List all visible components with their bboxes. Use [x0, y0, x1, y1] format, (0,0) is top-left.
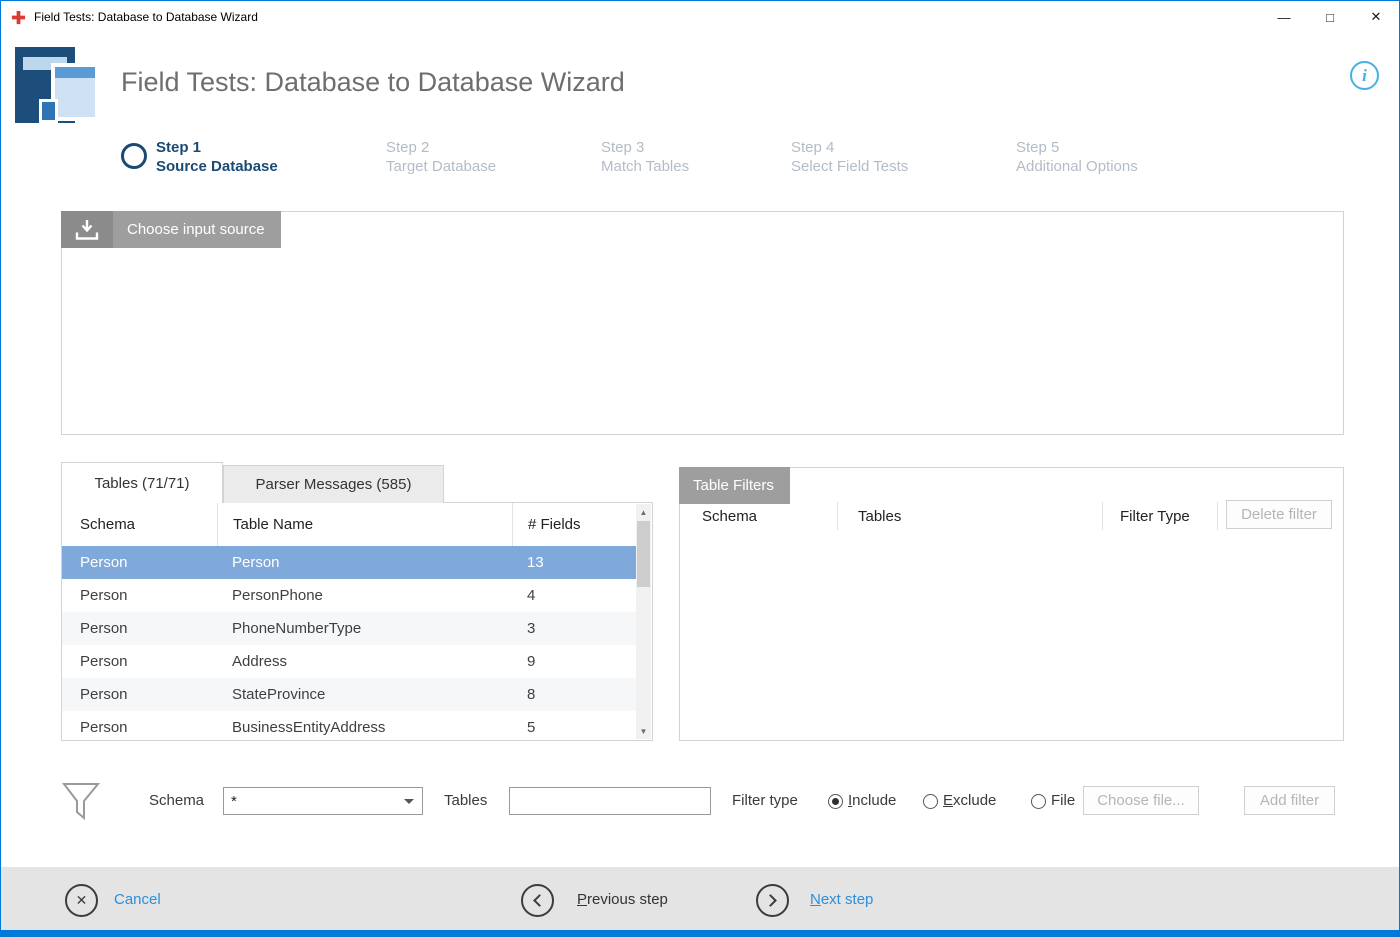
cell-schema: Person	[62, 554, 217, 571]
step-name: Source Database	[156, 157, 278, 176]
step-label: Step 1	[156, 138, 278, 157]
filter-column-schema: Schema	[680, 502, 837, 530]
scroll-down-icon[interactable]: ▼	[636, 723, 651, 739]
step-4-select-field-tests[interactable]: Step 4 Select Field Tests	[791, 138, 908, 176]
maximize-button[interactable]: □	[1307, 1, 1353, 33]
column-header-schema[interactable]: Schema	[62, 503, 217, 546]
next-step-icon[interactable]	[756, 884, 789, 917]
info-icon[interactable]: i	[1350, 61, 1379, 90]
cell-fields: 4	[512, 587, 622, 604]
delete-filter-button[interactable]: Delete filter	[1226, 500, 1332, 529]
table-row-personphone[interactable]: Person PersonPhone 4	[62, 579, 637, 612]
include-radio[interactable]	[828, 794, 843, 809]
table-row-stateprovince[interactable]: Person StateProvince 8	[62, 678, 637, 711]
filter-column-filter-type: Filter Type	[1102, 502, 1217, 530]
step-name: Match Tables	[601, 157, 689, 176]
table-row-person[interactable]: Person Person 13	[62, 546, 637, 579]
next-step-button[interactable]: Next step	[810, 891, 873, 908]
download-icon	[61, 211, 113, 248]
step-2-target-database[interactable]: Step 2 Target Database	[386, 138, 496, 176]
schema-filter-dropdown[interactable]: *	[223, 787, 423, 815]
title-bar: Field Tests: Database to Database Wizard…	[1, 1, 1399, 33]
scroll-up-icon[interactable]: ▲	[636, 504, 651, 520]
column-header-table-name[interactable]: Table Name	[217, 503, 512, 546]
table-row-phonenumbertype[interactable]: Person PhoneNumberType 3	[62, 612, 637, 645]
step-label: Step 2	[386, 138, 496, 157]
cell-schema: Person	[62, 620, 217, 637]
step-3-match-tables[interactable]: Step 3 Match Tables	[601, 138, 689, 176]
table-row-address[interactable]: Person Address 9	[62, 645, 637, 678]
table-filters-panel: Schema Tables Filter Type Delete filter	[679, 467, 1344, 741]
cancel-icon[interactable]: ✕	[65, 884, 98, 917]
table-filters-panel-header: Table Filters	[679, 467, 790, 504]
tables-filter-input[interactable]	[509, 787, 711, 815]
filter-funnel-icon	[61, 781, 101, 828]
app-cross-icon	[11, 10, 26, 25]
filter-column-tables: Tables	[837, 502, 1102, 530]
cell-fields: 13	[512, 554, 622, 571]
previous-step-button[interactable]: Previous step	[577, 891, 668, 908]
active-step-circle-icon	[121, 143, 147, 169]
column-header-fields[interactable]: # Fields	[512, 503, 622, 546]
cell-table-name: Address	[217, 653, 512, 670]
footer-bar: ✕ Cancel Previous step Next step	[1, 867, 1399, 932]
cell-table-name: Person	[217, 554, 512, 571]
file-label: File	[1051, 792, 1075, 809]
step-5-additional-options[interactable]: Step 5 Additional Options	[1016, 138, 1138, 176]
previous-step-icon[interactable]	[521, 884, 554, 917]
cell-table-name: PersonPhone	[217, 587, 512, 604]
schema-filter-value: *	[231, 793, 237, 810]
step-label: Step 3	[601, 138, 689, 157]
tables-list: Schema Table Name # Fields Person Person…	[61, 502, 653, 741]
step-label: Step 4	[791, 138, 908, 157]
step-label: Step 5	[1016, 138, 1138, 157]
close-button[interactable]: ✕	[1353, 1, 1399, 33]
cell-schema: Person	[62, 653, 217, 670]
step-name: Select Field Tests	[791, 157, 908, 176]
step-name: Target Database	[386, 157, 496, 176]
cell-schema: Person	[62, 686, 217, 703]
cell-fields: 9	[512, 653, 622, 670]
cell-table-name: PhoneNumberType	[217, 620, 512, 637]
cell-table-name: BusinessEntityAddress	[217, 719, 512, 736]
schema-filter-label: Schema	[149, 792, 204, 809]
minimize-button[interactable]: —	[1261, 1, 1307, 33]
window-bottom-border	[1, 930, 1399, 936]
cell-table-name: StateProvince	[217, 686, 512, 703]
step-name: Additional Options	[1016, 157, 1138, 176]
cell-fields: 8	[512, 686, 622, 703]
cancel-button[interactable]: Cancel	[114, 891, 161, 908]
tables-scrollbar[interactable]: ▲ ▼	[636, 504, 651, 739]
exclude-label: Exclude	[943, 792, 996, 809]
add-filter-button[interactable]: Add filter	[1244, 786, 1335, 815]
scrollbar-thumb[interactable]	[637, 521, 650, 587]
file-radio[interactable]	[1031, 794, 1046, 809]
step-1-source-database[interactable]: Step 1 Source Database	[156, 138, 278, 176]
tables-filter-label: Tables	[444, 792, 487, 809]
app-logo	[15, 45, 101, 127]
exclude-radio[interactable]	[923, 794, 938, 809]
input-source-panel-title: Choose input source	[113, 211, 281, 248]
input-source-panel-header: Choose input source	[61, 211, 281, 248]
table-filters-title: Table Filters	[679, 467, 790, 504]
cell-schema: Person	[62, 587, 217, 604]
chevron-down-icon	[404, 799, 414, 804]
include-label: Include	[848, 792, 896, 809]
app-window: Field Tests: Database to Database Wizard…	[0, 0, 1400, 937]
tab-parser-messages[interactable]: Parser Messages (585)	[223, 465, 444, 503]
table-row-businessentityaddress[interactable]: Person BusinessEntityAddress 5	[62, 711, 637, 741]
cell-schema: Person	[62, 719, 217, 736]
filter-type-label: Filter type	[732, 792, 798, 809]
tab-tables[interactable]: Tables (71/71)	[61, 462, 223, 503]
tables-header-row: Schema Table Name # Fields	[62, 503, 652, 546]
cell-fields: 5	[512, 719, 622, 736]
window-title: Field Tests: Database to Database Wizard	[34, 10, 258, 24]
choose-file-button[interactable]: Choose file...	[1083, 786, 1199, 815]
page-title: Field Tests: Database to Database Wizard	[121, 67, 625, 98]
cell-fields: 3	[512, 620, 622, 637]
